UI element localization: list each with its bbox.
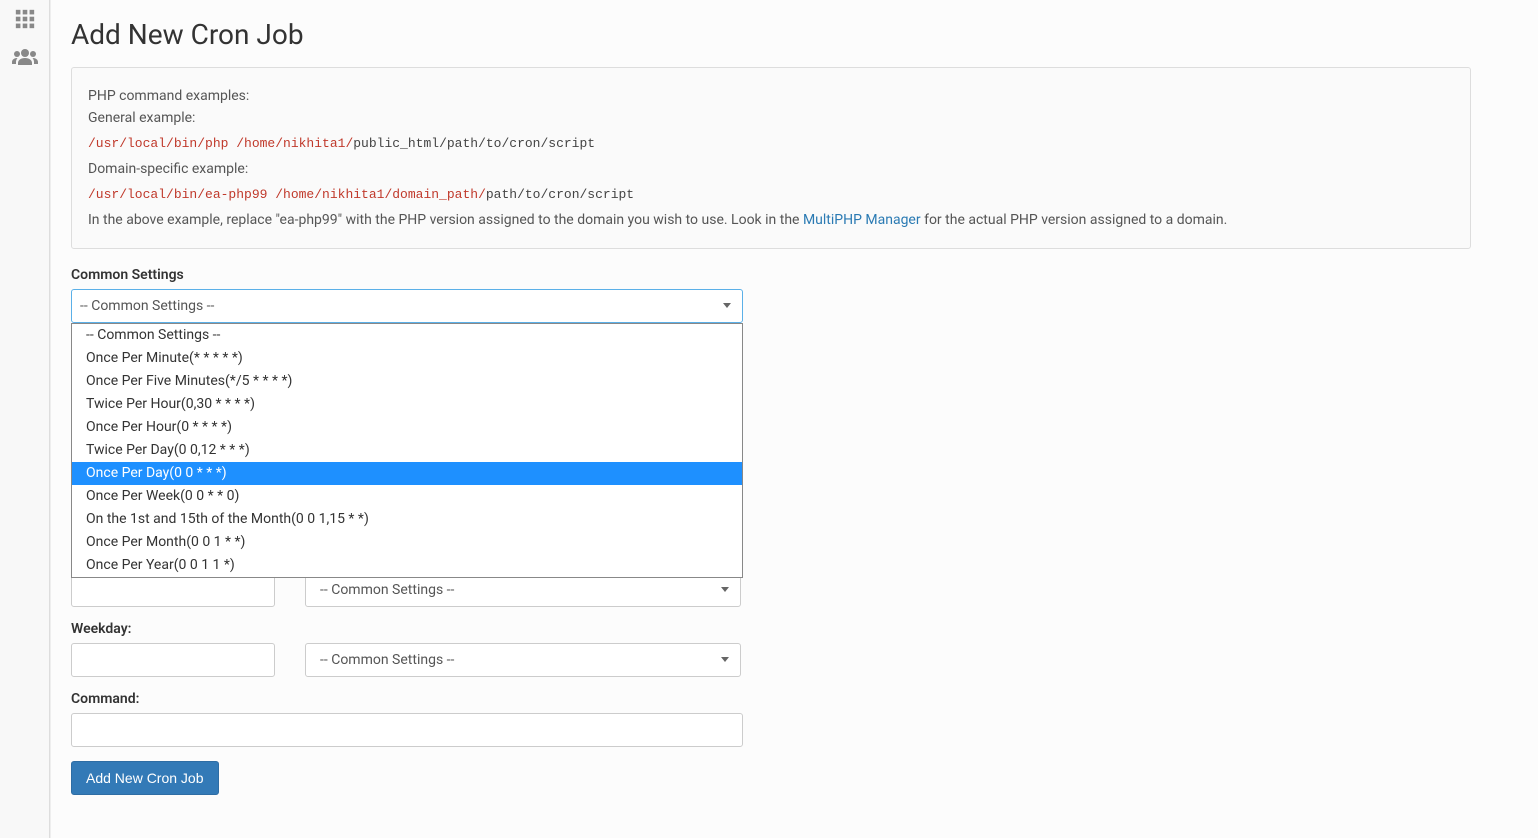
common-settings-select[interactable]: -- Common Settings --: [71, 289, 743, 323]
weekday-select-placeholder: -- Common Settings --: [320, 652, 454, 668]
month-common-settings-select[interactable]: -- Common Settings --: [305, 573, 741, 607]
code-segment: public_html/path/to/cron/script: [353, 136, 595, 151]
add-cron-job-button[interactable]: Add New Cron Job: [71, 761, 219, 795]
month-select-placeholder: -- Common Settings --: [320, 582, 454, 598]
common-settings-option[interactable]: Once Per Five Minutes(*/5 * * * *): [72, 370, 742, 393]
common-settings-option[interactable]: Once Per Week(0 0 * * 0): [72, 485, 742, 508]
apps-grid-icon[interactable]: [14, 8, 36, 34]
command-input[interactable]: [71, 713, 743, 747]
common-settings-option[interactable]: Once Per Year(0 0 1 1 *): [72, 554, 742, 577]
common-settings-option[interactable]: Once Per Month(0 0 1 * *): [72, 531, 742, 554]
domain-example-code: /usr/local/bin/ea-php99 /home/nikhita1/d…: [88, 187, 1454, 202]
weekday-label: Weekday:: [71, 621, 1471, 637]
common-settings-option[interactable]: -- Common Settings --: [72, 324, 742, 347]
weekday-common-settings-select[interactable]: -- Common Settings --: [305, 643, 741, 677]
common-settings-selected: -- Common Settings --: [80, 298, 214, 314]
sidebar: [0, 0, 50, 838]
code-segment: /usr/local/bin/php /home/nikhita1/: [88, 136, 353, 151]
general-example-code: /usr/local/bin/php /home/nikhita1/public…: [88, 136, 1454, 151]
general-example-label: General example:: [88, 110, 1454, 126]
common-settings-option[interactable]: On the 1st and 15th of the Month(0 0 1,1…: [72, 508, 742, 531]
command-group: Command:: [71, 691, 1471, 747]
common-settings-group: Common Settings -- Common Settings -- --…: [71, 267, 1471, 323]
common-settings-option[interactable]: Once Per Hour(0 * * * *): [72, 416, 742, 439]
code-segment: path/to/cron/script: [486, 187, 634, 202]
common-settings-option[interactable]: Twice Per Hour(0,30 * * * *): [72, 393, 742, 416]
month-input[interactable]: [71, 573, 275, 607]
command-label: Command:: [71, 691, 1471, 707]
common-settings-label: Common Settings: [71, 267, 1471, 283]
users-icon[interactable]: [12, 46, 38, 72]
multiphp-manager-link[interactable]: MultiPHP Manager: [803, 212, 921, 228]
page-title: Add New Cron Job: [71, 18, 1471, 51]
common-settings-option[interactable]: Once Per Day(0 0 * * *): [72, 462, 742, 485]
weekday-input[interactable]: [71, 643, 275, 677]
common-settings-dropdown: -- Common Settings --Once Per Minute(* *…: [71, 323, 743, 578]
explanation-suffix: for the actual PHP version assigned to a…: [921, 212, 1228, 228]
code-segment: /usr/local/bin/ea-php99 /home/nikhita1/d…: [88, 187, 486, 202]
domain-example-label: Domain-specific example:: [88, 161, 1454, 177]
examples-heading: PHP command examples:: [88, 88, 1454, 104]
common-settings-option[interactable]: Once Per Minute(* * * * *): [72, 347, 742, 370]
examples-panel: PHP command examples: General example: /…: [71, 67, 1471, 249]
explanation-prefix: In the above example, replace "ea-php99"…: [88, 212, 803, 228]
common-settings-option[interactable]: Twice Per Day(0 0,12 * * *): [72, 439, 742, 462]
main-content: Add New Cron Job PHP command examples: G…: [50, 0, 1538, 838]
weekday-group: Weekday: -- Common Settings --: [71, 621, 1471, 677]
explanation-text: In the above example, replace "ea-php99"…: [88, 212, 1454, 228]
